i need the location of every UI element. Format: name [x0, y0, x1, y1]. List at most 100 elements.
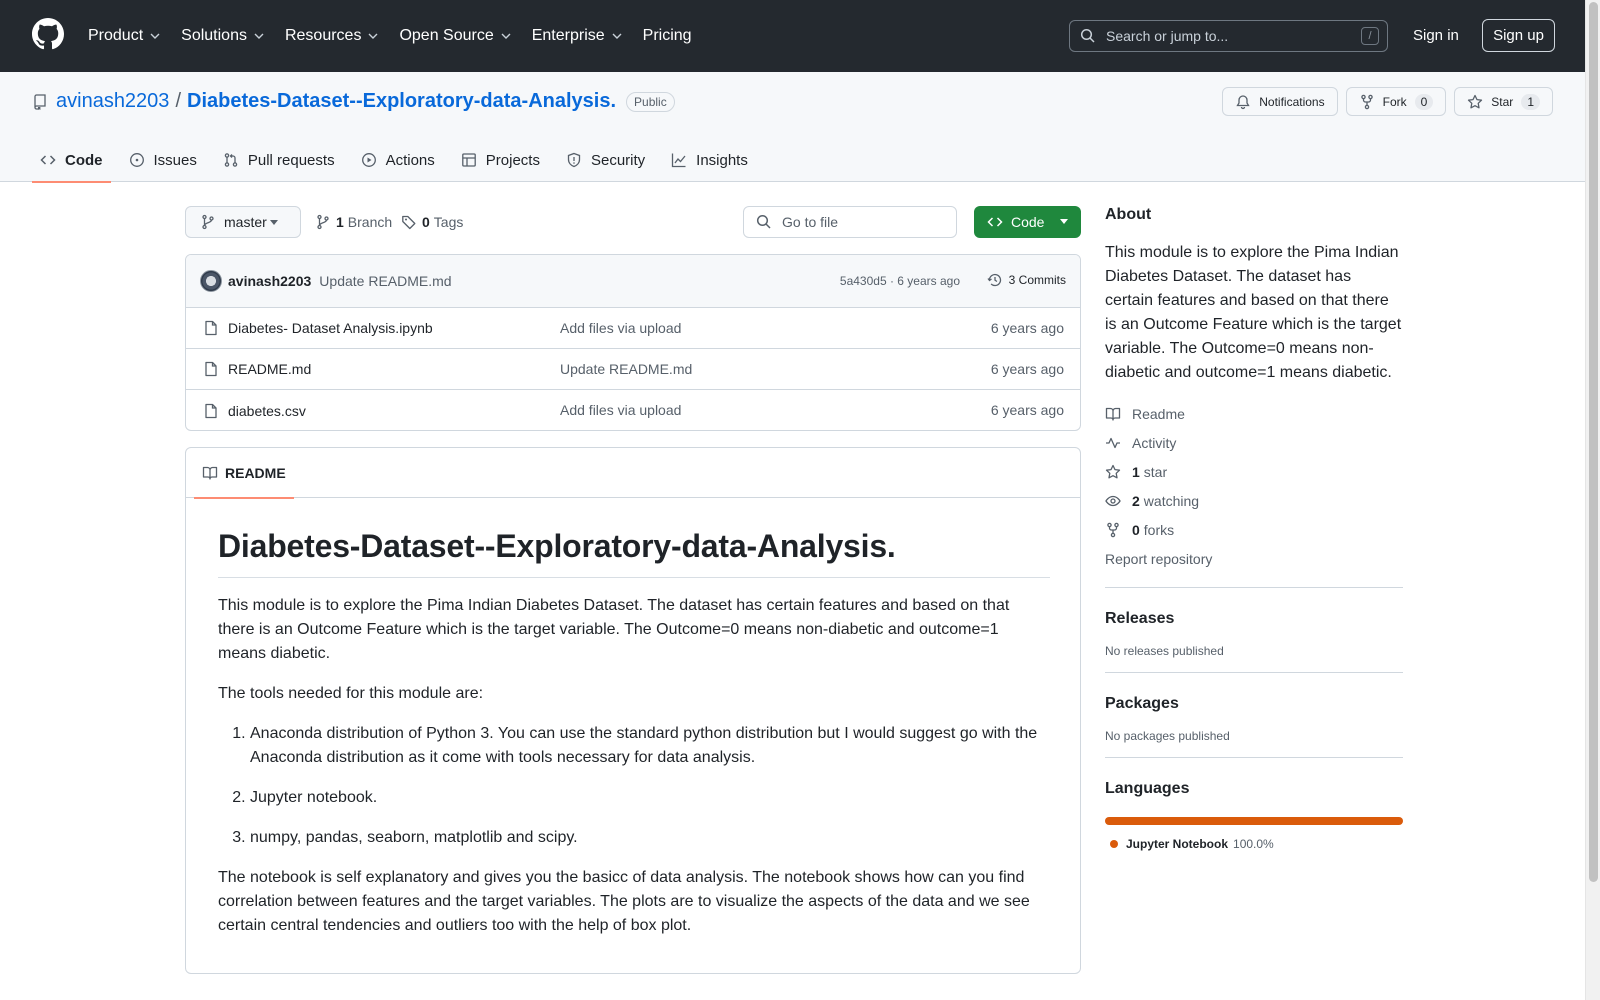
- fork-icon: [1360, 94, 1373, 109]
- language-item[interactable]: Jupyter Notebook 100.0%: [1105, 837, 1403, 851]
- file-commit-message[interactable]: Add files via upload: [560, 320, 681, 336]
- file-name-link[interactable]: diabetes.csv: [228, 403, 306, 419]
- tab-code[interactable]: Code: [32, 138, 111, 183]
- file-row[interactable]: diabetes.csv Add files via upload 6 year…: [186, 390, 1080, 430]
- search-icon: [756, 214, 771, 229]
- releases-empty-text: No releases published: [1105, 644, 1224, 658]
- nav-product-label: Product: [88, 27, 144, 44]
- commit-hash-time[interactable]: 5a430d5 · 6 years ago: [840, 274, 960, 288]
- page-scrollbar[interactable]: [1585, 0, 1600, 1000]
- sign-up-button[interactable]: Sign up: [1482, 19, 1555, 52]
- languages-section: Languages Jupyter Notebook 100.0%: [1105, 757, 1403, 851]
- latest-commit-bar: avinash2203 Update README.md 5a430d5 · 6…: [186, 255, 1080, 308]
- play-circle-icon: [361, 153, 376, 167]
- tab-readme[interactable]: README: [194, 448, 294, 499]
- nav-enterprise[interactable]: Enterprise: [532, 27, 623, 45]
- file-row[interactable]: README.md Update README.md 6 years ago: [186, 349, 1080, 390]
- stars-link[interactable]: 1 star: [1105, 457, 1403, 486]
- repo-owner-link[interactable]: avinash2203: [56, 90, 169, 113]
- activity-link[interactable]: Activity: [1105, 428, 1403, 457]
- tab-actions-label: Actions: [385, 151, 435, 169]
- releases-section: Releases No releases published: [1105, 587, 1403, 658]
- notifications-label: Notifications: [1259, 94, 1325, 109]
- readme-content: Diabetes-Dataset--Exploratory-data-Analy…: [218, 528, 1050, 954]
- graph-icon: [672, 153, 686, 168]
- star-label: Star: [1491, 94, 1514, 109]
- nav-pricing[interactable]: Pricing: [643, 27, 692, 45]
- branches-link[interactable]: 1 Branch: [315, 206, 392, 238]
- stars-label: star: [1143, 463, 1168, 480]
- scrollbar-thumb[interactable]: [1589, 2, 1598, 882]
- report-repository-label: Report repository: [1105, 550, 1213, 567]
- tab-projects-label: Projects: [485, 151, 540, 169]
- languages-heading: Languages: [1105, 780, 1190, 797]
- watchers-link[interactable]: 2 watching: [1105, 486, 1403, 515]
- global-search[interactable]: Search or jump to... /: [1069, 20, 1388, 52]
- tab-issues[interactable]: Issues: [121, 138, 205, 182]
- eye-icon: [1105, 495, 1121, 506]
- nav-open-source-label: Open Source: [399, 27, 494, 44]
- file-name-link[interactable]: README.md: [228, 361, 311, 377]
- nav-resources[interactable]: Resources: [285, 27, 379, 45]
- commits-count-label: 3 Commits: [1008, 273, 1066, 287]
- branch-icon: [317, 214, 329, 230]
- file-row[interactable]: Diabetes- Dataset Analysis.ipynb Add fil…: [186, 308, 1080, 349]
- readme-tab-label: README: [225, 465, 286, 481]
- readme-link[interactable]: Readme: [1105, 399, 1403, 428]
- file-toolbar: master 1 Branch 0 Tags Go to file Code: [185, 206, 1081, 238]
- releases-heading[interactable]: Releases: [1105, 610, 1403, 628]
- repo-actions: Notifications Fork 0 Star 1: [1214, 87, 1553, 116]
- tab-pull-requests-label: Pull requests: [247, 151, 335, 169]
- go-to-file-placeholder: Go to file: [782, 214, 839, 230]
- file-commit-message[interactable]: Update README.md: [560, 361, 692, 377]
- tab-insights[interactable]: Insights: [663, 138, 756, 182]
- book-icon: [202, 466, 218, 480]
- file-icon: [205, 403, 217, 418]
- report-repository-link[interactable]: Report repository: [1105, 544, 1403, 573]
- nav-open-source[interactable]: Open Source: [399, 27, 511, 45]
- list-item: Jupyter notebook.: [250, 786, 1050, 810]
- tab-code-label: Code: [65, 151, 103, 169]
- file-icon: [205, 361, 217, 377]
- nav-solutions[interactable]: Solutions: [181, 27, 265, 45]
- tab-pull-requests[interactable]: Pull requests: [215, 138, 343, 182]
- commit-author-link[interactable]: avinash2203: [228, 273, 311, 289]
- global-nav: Product Solutions Resources Open Source …: [88, 0, 712, 72]
- commit-message-link[interactable]: Update README.md: [319, 273, 451, 289]
- fork-button[interactable]: Fork 0: [1345, 87, 1447, 116]
- tab-insights-label: Insights: [696, 151, 748, 169]
- packages-heading[interactable]: Packages: [1105, 695, 1403, 713]
- about-links: Readme Activity 1 star 2 watching 0 fork…: [1105, 399, 1403, 573]
- nav-product[interactable]: Product: [88, 27, 161, 45]
- github-logo-icon[interactable]: [32, 18, 64, 50]
- tab-security[interactable]: Security: [558, 138, 653, 182]
- sign-in-link[interactable]: Sign in: [1413, 27, 1459, 44]
- tag-count: 0: [422, 214, 430, 230]
- tag-icon: [402, 215, 416, 230]
- repo-header: avinash2203 / Diabetes-Dataset--Explorat…: [0, 72, 1585, 183]
- readme-link-label: Readme: [1132, 405, 1185, 422]
- code-dropdown-button[interactable]: Code: [974, 206, 1081, 238]
- file-icon: [205, 320, 217, 336]
- forks-link[interactable]: 0 forks: [1105, 515, 1403, 544]
- nav-solutions-label: Solutions: [181, 27, 247, 44]
- tab-actions[interactable]: Actions: [353, 138, 443, 182]
- go-to-file-input[interactable]: Go to file: [743, 206, 957, 238]
- readme-tabbar: README: [186, 448, 1080, 499]
- notifications-button[interactable]: Notifications: [1222, 87, 1338, 116]
- avatar[interactable]: [200, 270, 222, 292]
- star-button[interactable]: Star 1: [1454, 87, 1553, 116]
- chevron-down-icon: [150, 33, 160, 39]
- commits-link[interactable]: 3 Commits: [987, 272, 1066, 288]
- branch-selector[interactable]: master: [185, 206, 301, 238]
- tag-count-label: Tags: [433, 214, 464, 230]
- file-name-link[interactable]: Diabetes- Dataset Analysis.ipynb: [228, 320, 433, 336]
- repo-name-link[interactable]: Diabetes-Dataset--Exploratory-data-Analy…: [187, 90, 616, 113]
- file-commit-message[interactable]: Add files via upload: [560, 402, 681, 418]
- search-shortcut-hint: /: [1361, 27, 1379, 45]
- tab-issues-label: Issues: [153, 151, 197, 169]
- fork-label: Fork: [1382, 94, 1407, 109]
- forks-count: 0: [1132, 521, 1140, 538]
- tags-link[interactable]: 0 Tags: [401, 206, 463, 238]
- tab-projects[interactable]: Projects: [453, 138, 548, 182]
